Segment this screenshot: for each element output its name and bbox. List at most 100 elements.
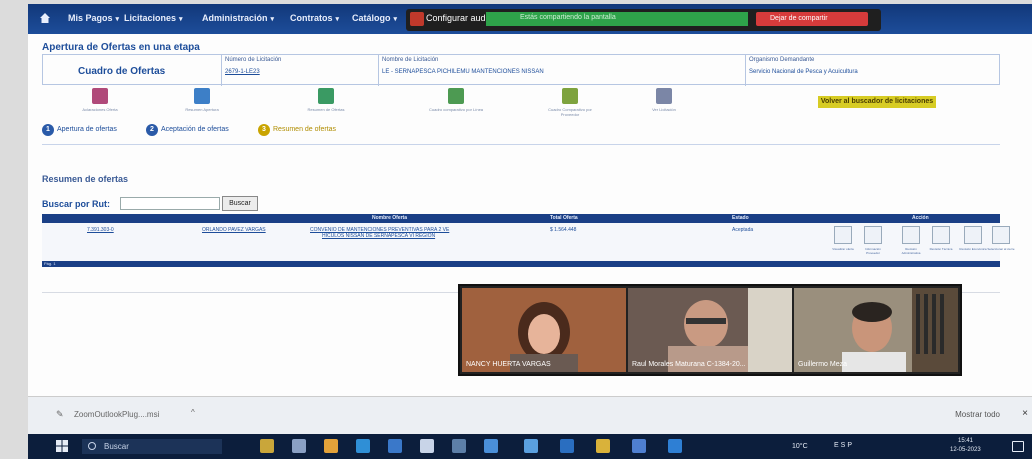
step-number: 3 bbox=[258, 124, 270, 136]
pagination-text[interactable]: Pág. 1 bbox=[44, 261, 56, 266]
shield-icon[interactable] bbox=[524, 439, 538, 453]
buscar-rut-label: Buscar por Rut: bbox=[42, 199, 111, 209]
home-icon[interactable] bbox=[40, 13, 50, 23]
video-call-panel[interactable]: NANCY HUERTA VARGAS Raul Morales Maturan… bbox=[458, 284, 962, 376]
magnifier-icon[interactable] bbox=[834, 226, 852, 244]
nav-label: Administración bbox=[202, 13, 268, 23]
card-icon[interactable] bbox=[864, 226, 882, 244]
downloads-bar: ✎ ZoomOutlookPlug....msi ^ Mostrar todo … bbox=[28, 396, 1032, 435]
step-resumen[interactable]: 3 Resumen de ofertas bbox=[258, 124, 336, 136]
stop-share-button[interactable]: Dejar de compartir bbox=[756, 12, 868, 26]
file-icon bbox=[656, 88, 672, 104]
tool-label: Cuadro comparativo por Línea bbox=[428, 107, 484, 112]
steps-divider bbox=[42, 144, 1000, 145]
pencil-icon[interactable] bbox=[932, 226, 950, 244]
chevron-down-icon: ▾ bbox=[115, 16, 120, 23]
tool-resumen-ofertas[interactable]: Resumen de Ofertas bbox=[296, 88, 356, 112]
nav-catalogo[interactable]: Catálogo ▾ bbox=[352, 13, 397, 23]
chevron-down-icon: ▾ bbox=[393, 16, 398, 23]
badge-icon[interactable] bbox=[260, 439, 274, 453]
rut-search-input[interactable] bbox=[120, 197, 220, 210]
configurar-audio-button[interactable]: Configurar aud bbox=[426, 13, 486, 23]
participant-tile[interactable]: Guillermo Meza bbox=[794, 288, 958, 372]
nombre-value: LE - SERNAPESCA PICHILEMU MANTENCIONES N… bbox=[382, 69, 544, 75]
step-number: 1 bbox=[42, 124, 54, 136]
clock-date[interactable]: 12-05-2023 bbox=[950, 447, 981, 453]
participant-video bbox=[842, 288, 958, 372]
tool-resumen-apertura[interactable]: Resumen Apertura bbox=[172, 88, 232, 112]
col-estado: Estado bbox=[732, 215, 749, 221]
action-label: Revisión Administrativa bbox=[901, 247, 921, 255]
chart-icon[interactable] bbox=[992, 226, 1010, 244]
rut-link[interactable]: 7.391.303-0 bbox=[87, 227, 114, 233]
chevron-up-icon[interactable]: ^ bbox=[191, 408, 195, 417]
tool-label: Resumen Apertura bbox=[185, 107, 219, 112]
chevron-down-icon: ▾ bbox=[179, 16, 183, 23]
task-view-icon[interactable] bbox=[292, 439, 306, 453]
nav-mis-pagos[interactable]: Mis Pagos ▾ bbox=[68, 13, 119, 23]
vm-icon[interactable] bbox=[560, 439, 574, 453]
nav-contratos[interactable]: Contratos ▾ bbox=[290, 13, 339, 23]
nav-label: Licitaciones bbox=[124, 13, 177, 23]
page-title: Apertura de Ofertas en una etapa bbox=[42, 42, 200, 53]
pencil-icon[interactable] bbox=[964, 226, 982, 244]
tool-ver-licitacion[interactable]: Ver Licitación bbox=[634, 88, 694, 112]
photo-frame: Mis Pagos ▾ Licitaciones ▾ Administración ▾… bbox=[0, 0, 1032, 459]
folder-icon[interactable] bbox=[596, 439, 610, 453]
outlook-icon[interactable] bbox=[668, 439, 682, 453]
nav-licitaciones[interactable]: Licitaciones ▾ bbox=[124, 13, 183, 23]
nombre-cell: Nombre de Licitación LE - SERNAPESCA PIC… bbox=[378, 55, 745, 86]
tool-aclaraciones[interactable]: Aclaraciones Oferta bbox=[70, 88, 130, 112]
action-label: Información Proveedor bbox=[865, 247, 881, 255]
participant-tile[interactable]: NANCY HUERTA VARGAS bbox=[462, 288, 626, 372]
close-icon[interactable]: × bbox=[1022, 408, 1028, 419]
table-icon bbox=[448, 88, 464, 104]
chrome-icon[interactable] bbox=[324, 439, 338, 453]
meet-icon[interactable] bbox=[484, 439, 498, 453]
oferta-link-line2[interactable]: HICULOS NISSAN DE SERNAPESCA VI REGION bbox=[322, 233, 435, 239]
windows-start-icon[interactable] bbox=[56, 440, 68, 452]
calculator-icon[interactable] bbox=[452, 439, 466, 453]
chart-icon bbox=[562, 88, 578, 104]
organismo-value: Servicio Nacional de Pesca y Acuicultura bbox=[749, 69, 858, 75]
edge-icon[interactable] bbox=[356, 439, 370, 453]
step-label: Resumen de ofertas bbox=[273, 126, 337, 133]
numero-header: Número de Licitación bbox=[225, 57, 282, 63]
mostrar-todo-button[interactable]: Mostrar todo bbox=[955, 410, 1000, 419]
step-aceptacion[interactable]: 2 Aceptación de ofertas bbox=[146, 124, 229, 136]
estado-value: Aceptada bbox=[732, 227, 754, 233]
step-apertura[interactable]: 1 Apertura de ofertas bbox=[42, 124, 117, 136]
tool-cuadro-proveedor[interactable]: Cuadro Comparativo por Proveedor bbox=[540, 88, 600, 117]
teams-icon[interactable] bbox=[632, 439, 646, 453]
document-icon bbox=[318, 88, 334, 104]
globe-icon bbox=[194, 88, 210, 104]
participant-tile[interactable]: Raul Morales Maturana C-1384-20... bbox=[628, 288, 792, 372]
step-label: Apertura de ofertas bbox=[57, 126, 117, 133]
notification-icon[interactable] bbox=[1012, 441, 1024, 452]
tool-cuadro-linea[interactable]: Cuadro comparativo por Línea bbox=[426, 88, 486, 112]
volver-buscador-button[interactable]: Volver al buscador de licitaciones bbox=[818, 96, 936, 108]
participant-name: Guillermo Meza bbox=[798, 361, 848, 368]
action-label: Revisión Económica bbox=[959, 247, 987, 251]
participant-name: NANCY HUERTA VARGAS bbox=[466, 361, 551, 368]
clock-time[interactable]: 15:41 bbox=[958, 438, 973, 444]
weather-widget[interactable]: 10°C bbox=[792, 443, 808, 450]
action-label: Revisión Técnica bbox=[929, 247, 953, 251]
pencil-icon[interactable] bbox=[902, 226, 920, 244]
share-status-text: Estás compartiendo la pantalla bbox=[520, 14, 616, 21]
system-tray[interactable]: ESP bbox=[834, 442, 854, 449]
step-number: 2 bbox=[146, 124, 158, 136]
nav-administracion[interactable]: Administración ▾ bbox=[202, 13, 274, 23]
results-header: Nombre Oferta Total Oferta Estado Acción bbox=[42, 214, 1000, 223]
numero-link[interactable]: 2679-1-LE23 bbox=[225, 69, 260, 75]
step-label: Aceptación de ofertas bbox=[161, 126, 229, 133]
taskbar-search-box[interactable]: Buscar bbox=[82, 439, 222, 454]
buscar-button[interactable]: Buscar bbox=[222, 196, 258, 211]
explorer-icon[interactable] bbox=[420, 439, 434, 453]
col-nombre-oferta: Nombre Oferta bbox=[372, 215, 408, 221]
download-file-name[interactable]: ZoomOutlookPlug....msi bbox=[74, 410, 159, 419]
proveedor-link[interactable]: ORLANDO PAVEZ VARGAS bbox=[202, 227, 266, 233]
mail-icon[interactable] bbox=[388, 439, 402, 453]
tool-label: Ver Licitación bbox=[652, 107, 676, 112]
top-navigation-bar: Mis Pagos ▾ Licitaciones ▾ Administración ▾… bbox=[28, 4, 1032, 34]
